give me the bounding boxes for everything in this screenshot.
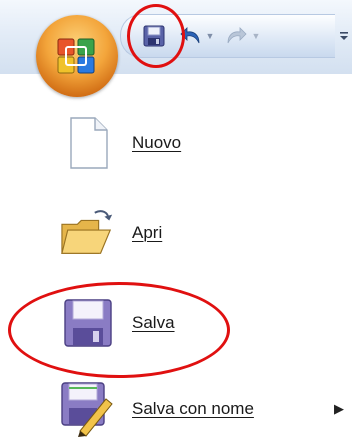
menu-item-new[interactable]: Nuovo xyxy=(60,111,352,175)
menu-item-new-label: Nuovo xyxy=(132,133,182,152)
menu-item-save-label: Salva xyxy=(132,313,175,332)
menu-item-save-as-label: Salva con nome xyxy=(132,399,254,418)
new-document-icon xyxy=(70,117,108,169)
qat-redo-button[interactable] xyxy=(222,22,250,50)
chevron-down-icon: ▼ xyxy=(251,31,261,41)
office-button[interactable] xyxy=(36,15,118,97)
save-icon xyxy=(64,299,112,347)
save-as-icon xyxy=(61,382,113,437)
customize-qat-button[interactable] xyxy=(336,24,352,48)
qat-redo-dropdown[interactable]: ▼ xyxy=(250,28,262,44)
save-icon xyxy=(143,25,165,47)
open-folder-icon xyxy=(61,210,113,254)
undo-icon xyxy=(180,27,200,44)
qat-undo-dropdown[interactable]: ▼ xyxy=(204,28,216,44)
qat-undo-button[interactable] xyxy=(177,22,205,50)
submenu-arrow-icon: ▶ xyxy=(334,401,344,416)
menu-item-save[interactable]: Salva xyxy=(60,291,352,355)
menu-item-save-as[interactable]: Salva con nome ▶ xyxy=(60,377,352,441)
menu-item-open-label: Apri xyxy=(132,223,163,242)
customize-qat-icon xyxy=(340,32,348,40)
office-logo-icon xyxy=(57,38,95,74)
chevron-down-icon: ▼ xyxy=(205,31,215,41)
redo-icon xyxy=(227,27,247,44)
qat-save-button[interactable] xyxy=(140,22,168,50)
menu-item-open[interactable]: Apri xyxy=(60,201,352,265)
